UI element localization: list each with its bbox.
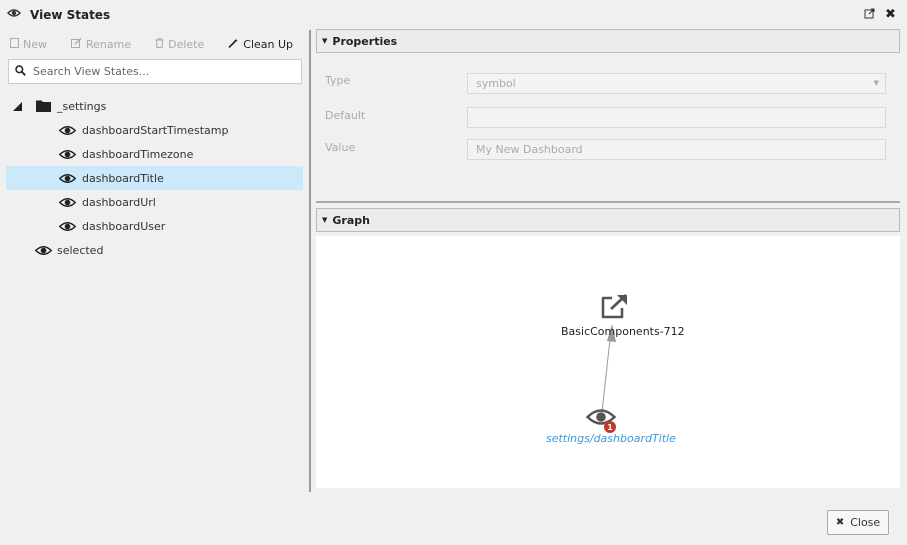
rename-button-label: Rename	[86, 37, 132, 51]
search-input[interactable]	[33, 65, 283, 78]
caret-down-icon: ▼	[322, 216, 328, 224]
close-icon[interactable]: ✖	[885, 7, 896, 22]
trash-icon	[155, 37, 164, 51]
graph-source-node-label[interactable]: settings/dashboardTitle	[546, 432, 676, 445]
graph-header-label: Graph	[332, 213, 370, 227]
clean-up-button-label: Clean Up	[243, 37, 294, 51]
edit-icon	[71, 37, 82, 51]
section-divider[interactable]	[316, 201, 900, 203]
close-icon: ✖	[835, 517, 845, 528]
value-field[interactable]: My New Dashboard	[467, 139, 886, 160]
tree-folder-settings[interactable]: _settings	[6, 94, 303, 118]
eye-icon	[58, 149, 77, 163]
collapse-triangle-icon[interactable]	[13, 101, 22, 114]
type-label: Type	[325, 74, 351, 87]
new-button[interactable]: New	[10, 37, 47, 51]
eye-icon	[7, 8, 21, 21]
properties-section-header[interactable]: ▼ Properties	[316, 29, 900, 53]
clean-up-button[interactable]: Clean Up	[228, 38, 293, 51]
graph-edges	[601, 324, 616, 413]
eye-icon	[34, 245, 53, 259]
eye-icon	[58, 125, 77, 139]
dropdown-arrow-icon: ▼	[873, 79, 879, 87]
default-field[interactable]	[467, 107, 886, 128]
graph-section-header[interactable]: ▼ Graph	[316, 208, 900, 232]
type-select[interactable]: symbol ▼	[467, 73, 886, 94]
external-link-icon[interactable]	[600, 293, 630, 323]
delete-button-label: Delete	[168, 37, 205, 51]
tree-item-label: selected	[57, 244, 104, 257]
tree-item-dashboard-title[interactable]: dashboardTitle	[6, 166, 303, 190]
magic-wand-icon	[228, 38, 239, 51]
eye-icon	[58, 221, 77, 235]
eye-icon	[58, 173, 77, 187]
tree-item-dashboard-timezone[interactable]: dashboardTimezone	[6, 142, 303, 166]
graph-canvas[interactable]: BasicComponents-712 1 settings/dashboard…	[316, 236, 900, 488]
caret-down-icon: ▼	[322, 37, 328, 45]
search-box	[8, 59, 302, 84]
tree-item-label: dashboardUser	[82, 220, 166, 233]
search-icon	[15, 64, 26, 79]
panel-splitter[interactable]	[309, 30, 311, 492]
value-field-value: My New Dashboard	[476, 143, 583, 156]
close-button[interactable]: ✖ Close	[827, 510, 889, 535]
tree-item-dashboard-start-timestamp[interactable]: dashboardStartTimestamp	[6, 118, 303, 142]
properties-header-label: Properties	[332, 34, 398, 48]
delete-button[interactable]: Delete	[155, 38, 204, 51]
tree-item-label: dashboardUrl	[82, 196, 156, 209]
window-title: View States	[30, 8, 111, 22]
tree-folder-label: _settings	[57, 100, 107, 113]
new-button-label: New	[23, 37, 47, 51]
window-titlebar: View States ✖	[0, 0, 907, 30]
eye-icon	[58, 197, 77, 211]
graph-target-node-label[interactable]: BasicComponents-712	[561, 325, 685, 338]
type-select-value: symbol	[476, 77, 516, 90]
tree-item-label: dashboardStartTimestamp	[82, 124, 229, 137]
tree-item-dashboard-user[interactable]: dashboardUser	[6, 214, 303, 238]
popout-icon[interactable]	[864, 8, 875, 22]
dependency-edge	[601, 329, 612, 413]
default-label: Default	[325, 109, 366, 122]
tree-item-label: dashboardTitle	[82, 172, 164, 185]
view-states-toolbar: New Rename Delete Clean Up	[10, 36, 317, 52]
folder-icon	[36, 99, 51, 115]
rename-button[interactable]: Rename	[71, 37, 132, 51]
new-file-icon	[10, 37, 19, 51]
tree-item-selected[interactable]: selected	[6, 238, 303, 262]
tree-item-label: dashboardTimezone	[82, 148, 194, 161]
tree-item-dashboard-url[interactable]: dashboardUrl	[6, 190, 303, 214]
close-button-label: Close	[850, 516, 881, 529]
value-label: Value	[325, 141, 356, 154]
